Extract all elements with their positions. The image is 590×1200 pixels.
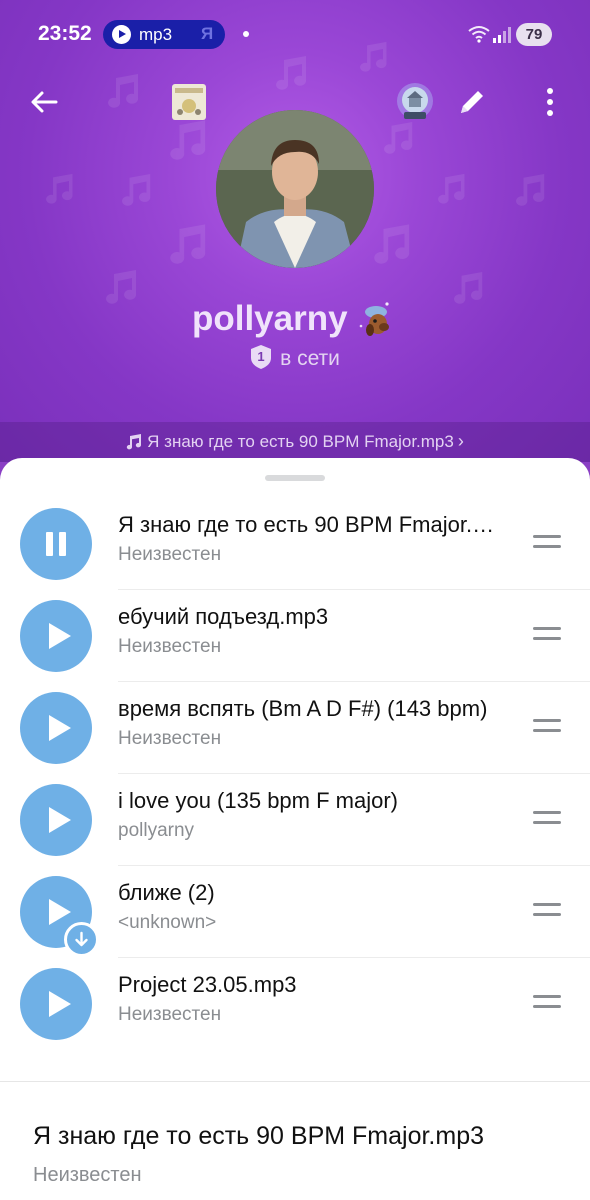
now-playing-title: Я знаю где то есть 90 BPM Fmajor.mp3	[147, 432, 454, 451]
sheet-drag-handle[interactable]	[265, 475, 325, 481]
profile-header: 23:52 mp3 Я 79 pollyarny 1 в сети Я знаю…	[0, 0, 590, 462]
track-artist: Неизвестен	[118, 728, 222, 749]
track-artist: <unknown>	[118, 912, 217, 933]
play-icon	[49, 899, 71, 925]
clock: 23:52	[38, 22, 92, 45]
chevron-right-icon: ›	[457, 431, 464, 451]
reorder-handle-icon[interactable]	[533, 717, 561, 735]
music-note-pattern-icon	[516, 172, 548, 206]
edit-button[interactable]	[452, 82, 492, 122]
play-icon	[49, 623, 71, 649]
media-play-icon	[112, 25, 131, 44]
music-note-pattern-icon	[108, 72, 142, 108]
track-title: i love you (135 bpm F major)	[118, 788, 398, 813]
wifi-icon	[468, 25, 490, 48]
divider	[0, 1081, 590, 1082]
now-playing-bar[interactable]: Я знаю где то есть 90 BPM Fmajor.mp3 ›	[0, 422, 590, 462]
music-note-pattern-icon	[122, 172, 154, 206]
media-app-icon: Я	[201, 24, 214, 43]
pencil-icon	[461, 91, 483, 113]
track-title: время вспять (Bm A D F#) (143 bpm)	[118, 696, 488, 721]
track-artist: Неизвестен	[118, 1004, 222, 1025]
music-note-pattern-icon	[46, 172, 76, 204]
music-note-pattern-icon	[374, 222, 414, 264]
profile-status-row: 1 в сети	[0, 344, 590, 371]
music-note-pattern-icon	[170, 222, 210, 264]
play-icon	[49, 807, 71, 833]
level-badge-icon[interactable]: 1	[250, 344, 272, 370]
play-button[interactable]	[20, 784, 92, 856]
reorder-handle-icon[interactable]	[533, 625, 561, 643]
battery-indicator: 79	[516, 23, 552, 46]
play-button[interactable]	[20, 600, 92, 672]
reorder-handle-icon[interactable]	[533, 901, 561, 919]
collectible-gift-icon[interactable]	[166, 80, 212, 124]
track-title: ебучий подъезд.mp3	[118, 604, 329, 629]
snow-globe-gift-icon[interactable]	[392, 80, 438, 126]
track-row[interactable]: Project 23.05.mp3 Неизвестен	[0, 958, 590, 1050]
notification-dot-icon	[243, 31, 249, 37]
media-playback-pill[interactable]: mp3 Я	[103, 20, 225, 49]
download-arrow-icon	[75, 931, 88, 947]
reorder-handle-icon[interactable]	[533, 809, 561, 827]
more-options-button[interactable]	[532, 82, 568, 122]
track-artist: pollyarny	[118, 820, 195, 841]
track-row[interactable]: i love you (135 bpm F major) pollyarny	[0, 774, 590, 866]
status-bar: 23:52 mp3 Я 79	[0, 0, 590, 66]
media-label: mp3	[139, 25, 173, 44]
track-title: ближе (2)	[118, 880, 215, 905]
reorder-handle-icon[interactable]	[533, 533, 561, 551]
pause-button[interactable]	[20, 508, 92, 580]
track-title: Project 23.05.mp3	[118, 972, 297, 997]
profile-name: pollyarny	[191, 299, 348, 338]
level-number: 1	[257, 349, 264, 364]
play-button[interactable]	[20, 692, 92, 764]
current-track-artist: Неизвестен	[33, 1164, 142, 1186]
track-title: Я знаю где то есть 90 BPM Fmajor.mp3	[118, 512, 508, 537]
track-artist: Неизвестен	[118, 544, 222, 565]
music-note-icon	[126, 426, 143, 462]
current-track-title: Я знаю где то есть 90 BPM Fmajor.mp3	[33, 1122, 485, 1150]
play-icon	[49, 991, 71, 1017]
animated-dog-emoji-icon[interactable]	[354, 296, 398, 340]
reorder-handle-icon[interactable]	[533, 993, 561, 1011]
arrow-left-icon	[31, 91, 58, 113]
pause-icon	[46, 532, 66, 556]
music-note-pattern-icon	[438, 172, 468, 204]
profile-name-row: pollyarny	[0, 296, 590, 340]
signal-icon	[492, 26, 512, 49]
music-playlist-sheet: Я знаю где то есть 90 BPM Fmajor.mp3 Неи…	[0, 458, 590, 1200]
track-row[interactable]: время вспять (Bm A D F#) (143 bpm) Неизв…	[0, 682, 590, 774]
music-note-pattern-icon	[170, 118, 210, 160]
online-status: в сети	[280, 347, 340, 370]
track-row[interactable]: ебучий подъезд.mp3 Неизвестен	[0, 590, 590, 682]
play-icon	[49, 715, 71, 741]
more-vertical-icon	[547, 88, 553, 116]
track-artist: Неизвестен	[118, 636, 222, 657]
download-button[interactable]	[64, 922, 99, 957]
back-button[interactable]	[24, 82, 64, 122]
avatar[interactable]	[216, 110, 374, 268]
play-button[interactable]	[20, 968, 92, 1040]
track-row[interactable]: ближе (2) <unknown>	[0, 866, 590, 958]
track-row[interactable]: Я знаю где то есть 90 BPM Fmajor.mp3 Неи…	[0, 498, 590, 590]
